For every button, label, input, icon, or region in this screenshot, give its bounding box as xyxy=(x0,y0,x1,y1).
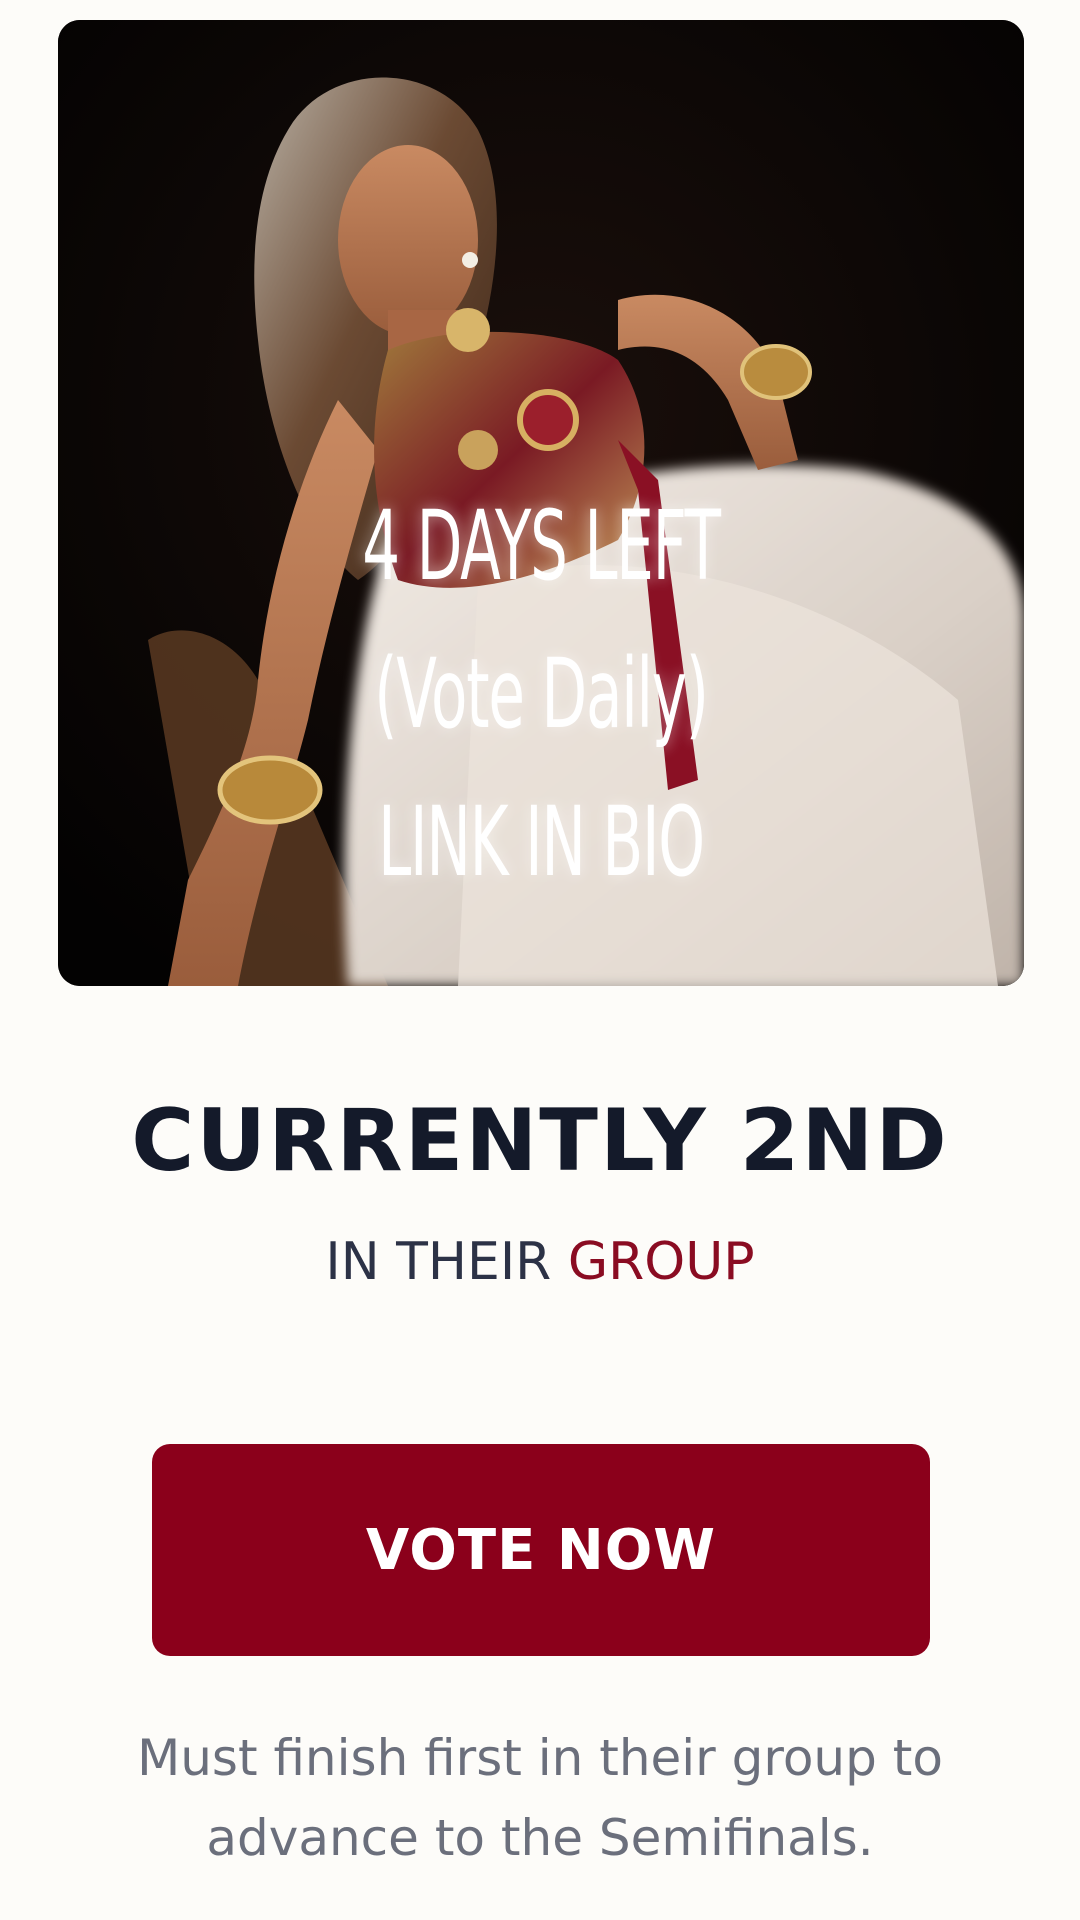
vote-daily-overlay-text: (Vote Daily) xyxy=(374,638,709,750)
contestant-photo-card: 4 DAYS LEFT (Vote Daily) LINK IN BIO xyxy=(58,20,1024,986)
vote-page: 4 DAYS LEFT (Vote Daily) LINK IN BIO CUR… xyxy=(0,0,1080,1920)
rank-sub-prefix: IN THEIR xyxy=(325,1232,568,1292)
countdown-overlay-text: 4 DAYS LEFT xyxy=(362,490,721,602)
link-in-bio-overlay-text: LINK IN BIO xyxy=(378,786,705,898)
advancement-note: Must finish first in their group to adva… xyxy=(137,1729,943,1867)
rank-headline: CURRENTLY 2ND xyxy=(131,1091,949,1191)
rank-subheadline: IN THEIR GROUP xyxy=(0,1236,1080,1288)
vote-now-button[interactable]: VOTE NOW xyxy=(152,1444,930,1656)
rank-sub-accent: GROUP xyxy=(567,1232,755,1292)
